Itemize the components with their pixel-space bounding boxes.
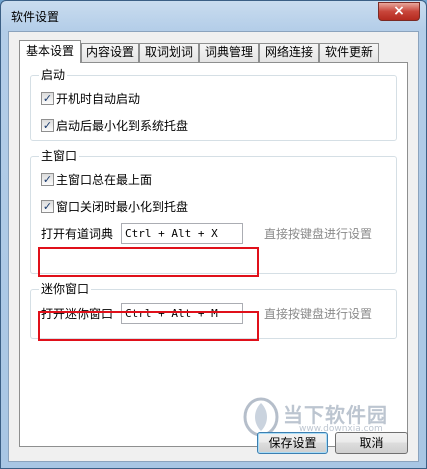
- close-icon: ×: [393, 3, 405, 19]
- window-title: 软件设置: [11, 10, 60, 24]
- always-on-top-option[interactable]: ✓ 主窗口总在最上面: [41, 171, 152, 187]
- close-to-tray-option[interactable]: ✓ 窗口关闭时最小化到托盘: [41, 198, 188, 214]
- tab-dictionary-management[interactable]: 词典管理: [199, 43, 259, 62]
- mini-hotkey-highlight-box: [38, 311, 259, 341]
- auto-start-checkbox[interactable]: ✓: [41, 91, 54, 105]
- tab-network-connection[interactable]: 网络连接: [259, 43, 319, 62]
- basic-settings-panel: 启动 ✓ 开机时自动启动 ✓ 启动后最小化到系统托盘 主窗口 ✓ 主窗口总在最上…: [19, 62, 408, 447]
- open-dict-hotkey-row: 打开有道词典 Ctrl + Alt + X: [41, 221, 244, 245]
- save-settings-button[interactable]: 保存设置: [257, 432, 328, 454]
- settings-window: 软件设置 × 基本设置 内容设置 取词划词 词典管理 网络连接 软件更新 启动 …: [0, 0, 427, 469]
- auto-start-label: 开机时自动启动: [56, 91, 141, 106]
- tab-content-settings[interactable]: 内容设置: [81, 43, 139, 62]
- tab-basic-settings[interactable]: 基本设置: [19, 40, 81, 63]
- auto-start-option[interactable]: ✓ 开机时自动启动: [41, 90, 140, 106]
- watermark-logo-icon: [243, 397, 279, 437]
- always-on-top-label: 主窗口总在最上面: [56, 172, 153, 187]
- watermark: 当下软件园 www.downxia.com: [241, 397, 411, 437]
- close-to-tray-label: 窗口关闭时最小化到托盘: [56, 199, 189, 214]
- close-button[interactable]: ×: [378, 2, 420, 21]
- minimize-tray-checkbox[interactable]: ✓: [41, 118, 54, 132]
- open-dict-hotkey-label: 打开有道词典: [41, 226, 114, 241]
- mini-window-group-title: 迷你窗口: [39, 282, 92, 296]
- open-mini-hotkey-hint: 直接按键盘进行设置: [264, 307, 373, 321]
- startup-group: 启动 ✓ 开机时自动启动 ✓ 启动后最小化到系统托盘: [30, 68, 397, 141]
- startup-group-title: 启动: [39, 68, 68, 82]
- hotkey-highlight-box: [38, 247, 259, 277]
- close-to-tray-checkbox[interactable]: ✓: [41, 199, 54, 213]
- minimize-tray-label: 启动后最小化到系统托盘: [56, 118, 189, 133]
- open-dict-hotkey-input[interactable]: Ctrl + Alt + X: [121, 222, 244, 244]
- tab-word-capture[interactable]: 取词划词: [139, 43, 199, 62]
- open-dict-hotkey-hint: 直接按键盘进行设置: [264, 227, 373, 241]
- always-on-top-checkbox[interactable]: ✓: [41, 172, 54, 186]
- tab-software-update[interactable]: 软件更新: [319, 43, 379, 62]
- minimize-tray-option[interactable]: ✓ 启动后最小化到系统托盘: [41, 117, 188, 133]
- main-window-group-title: 主窗口: [39, 149, 80, 163]
- title-bar[interactable]: 软件设置 ×: [1, 1, 426, 31]
- cancel-button[interactable]: 取消: [335, 432, 408, 454]
